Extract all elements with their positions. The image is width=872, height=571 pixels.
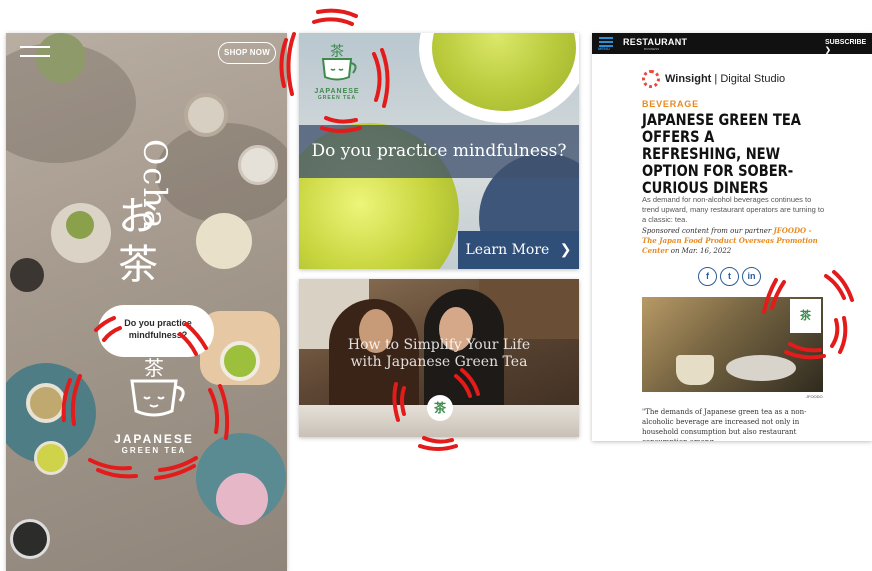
logo-kanji: 茶 [144, 356, 164, 380]
video-thumbnail[interactable]: How to Simplify Your Life with Japanese … [299, 279, 579, 437]
learn-more-label: Learn More [465, 242, 550, 258]
tea-cup-icon: 茶 [321, 44, 357, 81]
linkedin-icon[interactable]: in [742, 267, 761, 286]
highlight-arc [312, 17, 354, 26]
tea-cup [26, 383, 66, 423]
tea-cup [10, 519, 50, 559]
sponsor-line: Sponsored content from our partner JFOOD… [642, 226, 828, 256]
winsight-icon [642, 70, 660, 88]
article-headline: JAPANESE GREEN TEA OFFERS A REFRESHING, … [642, 110, 801, 197]
site-brand-sub: BUSINESS [644, 47, 660, 51]
photo-credit: JFOODO [806, 394, 823, 399]
twitter-icon[interactable]: t [720, 267, 739, 286]
tea-cup-icon: 茶 [130, 356, 185, 417]
tea-cup [676, 355, 714, 385]
highlight-arc [286, 32, 296, 96]
video-title: How to Simplify Your Life with Japanese … [347, 337, 531, 370]
matcha-cup [66, 211, 94, 239]
highlight-arc [316, 8, 358, 18]
shop-now-button[interactable]: SHOP NOW [218, 42, 276, 64]
subscribe-link[interactable]: SUBSCRIBE ❯ [825, 39, 872, 54]
speech-bubble-text: Do you practice mindfulness? [124, 318, 192, 340]
article-page: MENU RESTAURANT BUSINESS SUBSCRIBE ❯ Win… [592, 33, 872, 441]
learn-more-button[interactable]: Learn More ❯ [458, 231, 579, 269]
article-dek: As demand for non-alcohol beverages cont… [642, 195, 825, 224]
teapot [10, 258, 44, 292]
banner-headline: Do you practice mindfulness? [311, 141, 567, 161]
logo-kanji: 茶 [330, 44, 344, 60]
chevron-right-icon: ❯ [559, 242, 572, 258]
logo-line2: GREEN TEA [317, 95, 357, 101]
sponsor-date: on Mar. 16, 2022 [668, 247, 732, 255]
highlight-arc [418, 444, 458, 451]
site-brand[interactable]: RESTAURANT [623, 37, 687, 47]
digital-studio-label: | Digital Studio [711, 73, 786, 85]
article-body: "The demands of Japanese green tea as a … [642, 408, 807, 441]
sponsor-prefix: Sponsored content from our partner [642, 227, 774, 235]
tea-cup [34, 441, 68, 475]
logo-line1: JAPANESE [314, 88, 360, 95]
plate [196, 213, 252, 269]
photo-logo: 茶 [790, 299, 821, 333]
highlight-arc [422, 436, 454, 444]
japanese-green-tea-logo: 茶 JAPANESE GREEN TEA [114, 353, 194, 455]
tea-cup [184, 93, 228, 137]
mobile-landing-page: SHOP NOW Ocha お茶 Do you practice mindful… [6, 33, 287, 571]
sweets [216, 473, 268, 525]
glass-cup [238, 145, 278, 185]
winsight-label: Winsight | Digital Studio [665, 73, 785, 85]
menu-label: MENU [598, 46, 610, 51]
plate [726, 355, 796, 381]
logo-line2: GREEN TEA [121, 446, 187, 455]
ocha-kanji: お茶 [118, 194, 158, 288]
hamburger-menu-icon[interactable] [20, 46, 50, 62]
tea-logo-badge: 茶 [427, 395, 453, 421]
japanese-green-tea-logo: 茶 JAPANESE GREEN TEA [309, 41, 365, 101]
facebook-icon[interactable]: f [698, 267, 717, 286]
social-share: f t in [698, 267, 761, 286]
mindfulness-banner: Do you practice mindfulness? Learn More … [299, 33, 579, 269]
winsight-brand: Winsight [665, 73, 712, 85]
matcha-cup [220, 341, 260, 381]
logo-line1: JAPANESE [114, 432, 194, 446]
article-category[interactable]: BEVERAGE [642, 99, 699, 109]
